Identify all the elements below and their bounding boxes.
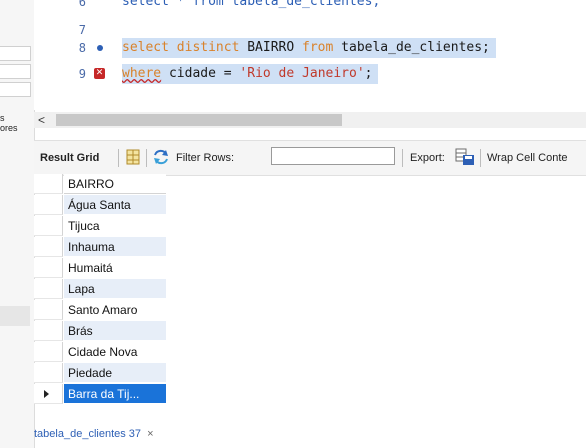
- sidebar-field[interactable]: [0, 46, 31, 61]
- table-row[interactable]: Brás: [34, 321, 166, 341]
- table-row[interactable]: Santo Amaro: [34, 300, 166, 320]
- table-cell[interactable]: Água Santa: [64, 195, 166, 215]
- editor-horizontal-scrollbar[interactable]: <: [34, 112, 586, 128]
- editor-line: 7: [34, 20, 586, 40]
- header-corner: [34, 174, 63, 194]
- grid-header-row: BAIRRO: [34, 174, 166, 194]
- table-row[interactable]: Cidade Nova: [34, 342, 166, 362]
- table-cell[interactable]: Barra da Tij...: [64, 384, 166, 404]
- row-indicator[interactable]: [34, 342, 63, 362]
- scroll-left-arrow-icon[interactable]: <: [38, 112, 45, 128]
- grid-layout-icon[interactable]: [126, 149, 140, 170]
- row-indicator[interactable]: [34, 363, 63, 383]
- toolbar-divider: [146, 149, 147, 167]
- result-tab-label[interactable]: tabela_de_clientes 37: [34, 428, 141, 440]
- table-row[interactable]: Piedade: [34, 363, 166, 383]
- statement-marker-icon: [94, 38, 106, 58]
- export-icon[interactable]: [455, 148, 475, 171]
- error-x-icon[interactable]: ✕: [94, 64, 106, 84]
- row-indicator[interactable]: [34, 216, 63, 236]
- table-row[interactable]: Lapa: [34, 279, 166, 299]
- row-indicator[interactable]: [34, 195, 63, 215]
- scrollbar-thumb[interactable]: [56, 114, 342, 126]
- toolbar-divider: [402, 149, 403, 167]
- sidebar-field[interactable]: [0, 64, 31, 79]
- sidebar-partial-text: s: [0, 113, 5, 123]
- result-grid-tab[interactable]: Result Grid: [40, 150, 99, 166]
- row-indicator[interactable]: [34, 321, 63, 341]
- sidebar-selected-row[interactable]: [0, 306, 30, 326]
- sql-editor[interactable]: 6 select * from tabela_de_clientes; 7 8 …: [34, 0, 586, 110]
- line-number: 9: [78, 67, 86, 81]
- line-number: 7: [78, 23, 86, 37]
- editor-line: 9 ✕ where cidade = 'Rio de Janeiro';: [34, 64, 586, 84]
- row-indicator[interactable]: [34, 237, 63, 257]
- table-cell[interactable]: Santo Amaro: [64, 300, 166, 320]
- editor-line: 8 select distinct BAIRRO from tabela_de_…: [34, 38, 586, 58]
- table-cell[interactable]: Inhauma: [64, 237, 166, 257]
- table-row[interactable]: Humaitá: [34, 258, 166, 278]
- close-tab-icon[interactable]: ×: [147, 428, 153, 440]
- filter-rows-input[interactable]: [271, 147, 395, 165]
- table-row-selected[interactable]: Barra da Tij...: [34, 384, 166, 404]
- table-cell[interactable]: Humaitá: [64, 258, 166, 278]
- toolbar-divider: [480, 149, 481, 167]
- table-row[interactable]: Água Santa: [34, 195, 166, 215]
- sidebar-partial-text: ores: [0, 123, 18, 133]
- table-row[interactable]: Tijuca: [34, 216, 166, 236]
- table-cell[interactable]: Cidade Nova: [64, 342, 166, 362]
- table-cell[interactable]: Lapa: [64, 279, 166, 299]
- row-indicator[interactable]: [34, 279, 63, 299]
- row-indicator[interactable]: [34, 300, 63, 320]
- refresh-arrows-icon[interactable]: [152, 149, 170, 170]
- current-row-indicator[interactable]: [34, 384, 63, 404]
- line-number: 6: [78, 0, 86, 9]
- result-tab[interactable]: tabela_de_clientes 37 ×: [34, 428, 154, 440]
- code-text: select * from tabela_de_clientes;: [122, 0, 381, 9]
- table-cell[interactable]: Tijuca: [64, 216, 166, 236]
- export-label: Export:: [410, 152, 445, 164]
- sidebar-field[interactable]: [0, 82, 31, 97]
- row-indicator[interactable]: [34, 258, 63, 278]
- line-number: 8: [78, 41, 86, 55]
- current-row-arrow-icon: [44, 390, 49, 398]
- wrap-cell-content-label[interactable]: Wrap Cell Conte: [487, 150, 568, 166]
- column-header-bairro[interactable]: BAIRRO: [64, 174, 166, 194]
- filter-rows-label: Filter Rows:: [176, 152, 235, 164]
- toolbar-divider: [118, 149, 119, 167]
- code-text: select distinct BAIRRO from tabela_de_cl…: [122, 38, 496, 58]
- result-toolbar: Result Grid Filter Rows: Export: Wrap Ce: [34, 140, 586, 176]
- left-sidebar-panel: s ores: [0, 0, 35, 448]
- table-cell[interactable]: Brás: [64, 321, 166, 341]
- editor-line: 6 select * from tabela_de_clientes;: [34, 0, 586, 12]
- table-row[interactable]: Inhauma: [34, 237, 166, 257]
- code-text: where cidade = 'Rio de Janeiro';: [122, 64, 379, 84]
- table-cell[interactable]: Piedade: [64, 363, 166, 383]
